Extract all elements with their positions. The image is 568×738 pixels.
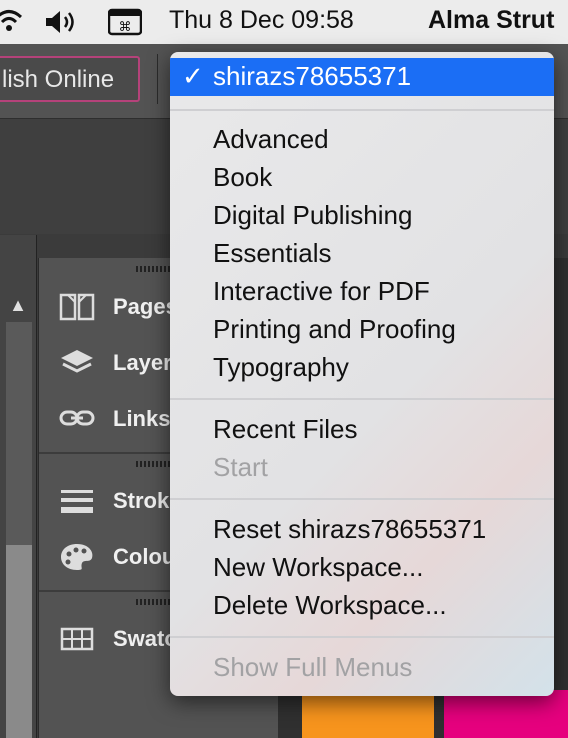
workspace-dropdown-menu: ✓ shirazs78655371 Advanced Book Digital … xyxy=(170,52,554,696)
menu-item-new-workspace[interactable]: New Workspace... xyxy=(170,549,554,587)
panel-colour-label: Colou xyxy=(113,544,176,569)
panel-links-label: Links xyxy=(113,406,171,431)
pink-swatch xyxy=(444,690,568,738)
scrollbar-thumb[interactable] xyxy=(6,545,32,738)
menu-item-advanced[interactable]: Advanced xyxy=(170,121,554,159)
menu-item-show-full-menus: Show Full Menus xyxy=(170,649,554,687)
menu-item-reset-workspace[interactable]: Reset shirazs78655371 xyxy=(170,511,554,549)
orange-swatch xyxy=(302,690,434,738)
publish-online-button[interactable]: lish Online xyxy=(0,56,140,102)
menu-item-label: Printing and Proofing xyxy=(213,314,456,344)
colour-palette-icon xyxy=(59,542,95,572)
macos-menu-bar: ⌘ Thu 8 Dec 09:58 Alma Strut xyxy=(0,0,568,44)
panel-layers-label: Layer xyxy=(113,350,172,375)
menu-item-label: Book xyxy=(213,162,273,192)
menu-separator xyxy=(170,498,554,500)
menu-item-label: Start xyxy=(213,452,268,482)
menu-item-essentials[interactable]: Essentials xyxy=(170,235,554,273)
menu-item-interactive-for-pdf[interactable]: Interactive for PDF xyxy=(170,273,554,311)
menu-item-label: Show Full Menus xyxy=(213,652,413,682)
checkmark-icon: ✓ xyxy=(182,61,204,91)
menu-item-digital-publishing[interactable]: Digital Publishing xyxy=(170,197,554,235)
menu-item-current-workspace[interactable]: ✓ shirazs78655371 xyxy=(170,58,554,96)
wifi-icon[interactable] xyxy=(0,6,24,41)
links-icon xyxy=(59,404,95,434)
layers-icon xyxy=(59,348,95,378)
menu-item-label: Advanced xyxy=(213,124,329,154)
scroll-up-arrow-icon[interactable]: ▲ xyxy=(6,295,30,319)
menu-separator xyxy=(170,109,554,111)
menu-item-book[interactable]: Book xyxy=(170,159,554,197)
menu-item-label: Delete Workspace... xyxy=(213,590,447,620)
menu-item-printing-and-proofing[interactable]: Printing and Proofing xyxy=(170,311,554,349)
menu-separator xyxy=(170,398,554,400)
menu-item-label: Interactive for PDF xyxy=(213,276,430,306)
menu-separator xyxy=(170,636,554,638)
menu-item-label: Reset shirazs78655371 xyxy=(213,514,487,544)
menu-item-label: Recent Files xyxy=(213,414,358,444)
toolbar-divider xyxy=(157,54,158,104)
menu-item-label: shirazs78655371 xyxy=(213,61,412,91)
keyboard-input-icon[interactable]: ⌘ xyxy=(107,8,143,43)
speaker-volume-icon[interactable] xyxy=(44,8,80,43)
pages-icon xyxy=(59,292,95,322)
svg-text:⌘: ⌘ xyxy=(119,20,132,35)
panel-stroke-label: Strok xyxy=(113,488,170,513)
menu-item-delete-workspace[interactable]: Delete Workspace... xyxy=(170,587,554,625)
stroke-icon xyxy=(59,486,95,516)
menubar-clock[interactable]: Thu 8 Dec 09:58 xyxy=(169,6,354,35)
menu-item-label: Digital Publishing xyxy=(213,200,413,230)
swatches-icon xyxy=(59,624,95,654)
panel-group-grip[interactable] xyxy=(136,266,172,272)
panel-group-grip[interactable] xyxy=(136,461,172,467)
menu-item-typography[interactable]: Typography xyxy=(170,349,554,387)
menu-item-recent-files[interactable]: Recent Files xyxy=(170,411,554,449)
menu-item-start: Start xyxy=(170,449,554,487)
panel-group-grip[interactable] xyxy=(136,599,172,605)
menu-item-label: Essentials xyxy=(213,238,332,268)
menubar-user-name[interactable]: Alma Strut xyxy=(428,6,554,35)
menu-item-label: New Workspace... xyxy=(213,552,424,582)
panel-swatches-label: Swatc xyxy=(113,626,177,651)
panel-pages-label: Pages xyxy=(113,294,178,319)
menu-item-label: Typography xyxy=(213,352,349,382)
